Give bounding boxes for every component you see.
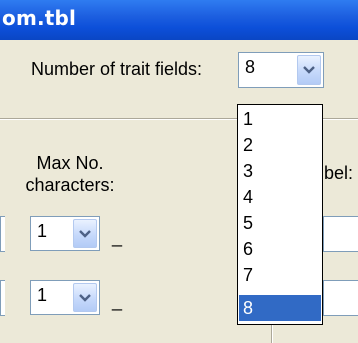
dropdown-option-4[interactable]: 4 xyxy=(239,187,321,207)
max-characters-header-line2: characters: xyxy=(25,175,115,195)
row2-label-field[interactable] xyxy=(323,280,358,316)
row2-max-chars-value: 1 xyxy=(37,285,48,305)
row1-max-chars-value: 1 xyxy=(37,221,48,241)
row1-label-field[interactable] xyxy=(323,216,358,252)
column-divider xyxy=(271,322,273,343)
section-divider xyxy=(323,118,358,120)
section-divider xyxy=(0,118,237,120)
row1-dash: _ xyxy=(112,227,123,247)
trait-fields-dropdown-list[interactable]: 1 2 3 4 5 6 7 8 xyxy=(237,104,323,325)
chevron-down-icon xyxy=(79,229,91,238)
dropdown-option-1[interactable]: 1 xyxy=(239,109,321,129)
dropdown-option-5[interactable]: 5 xyxy=(239,213,321,233)
window-title: om.tbl xyxy=(2,6,77,30)
row2-max-chars-select[interactable]: 1 xyxy=(30,280,100,315)
title-bar[interactable]: om.tbl xyxy=(0,0,358,40)
dropdown-option-8[interactable]: 8 xyxy=(239,295,321,321)
label-column-header: bel: xyxy=(324,163,354,183)
chevron-down-icon xyxy=(79,293,91,302)
row1-left-field[interactable] xyxy=(0,216,5,252)
row2-left-field[interactable] xyxy=(0,280,5,316)
max-characters-header-line1: Max No. xyxy=(36,153,104,173)
trait-fields-select[interactable]: 8 xyxy=(238,52,324,88)
row1-max-chars-select[interactable]: 1 xyxy=(30,216,100,251)
dropdown-option-2[interactable]: 2 xyxy=(239,135,321,155)
row2-dash: _ xyxy=(112,291,123,311)
dropdown-option-7[interactable]: 7 xyxy=(239,265,321,285)
trait-fields-label: Number of trait fields: xyxy=(31,59,203,79)
row2-dropdown-button[interactable] xyxy=(73,283,97,312)
row1-dropdown-button[interactable] xyxy=(73,219,97,248)
dropdown-option-6[interactable]: 6 xyxy=(239,239,321,259)
chevron-down-icon xyxy=(303,66,315,74)
dropdown-option-3[interactable]: 3 xyxy=(239,161,321,181)
max-characters-header: Max No. characters: xyxy=(15,152,125,196)
trait-fields-dropdown-button[interactable] xyxy=(297,55,321,85)
trait-fields-value: 8 xyxy=(245,57,256,77)
